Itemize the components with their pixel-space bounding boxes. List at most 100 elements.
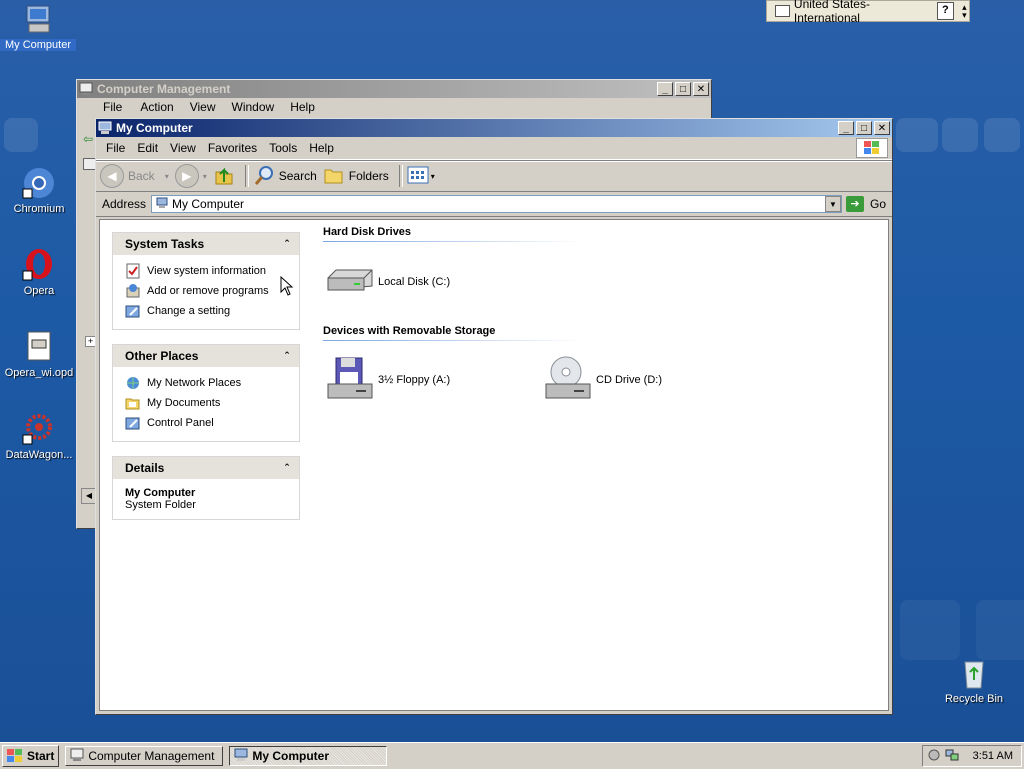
section-divider	[323, 241, 583, 242]
place-label: Control Panel	[147, 417, 214, 429]
language-bar[interactable]: United States-International ? ▴ ▾	[766, 0, 970, 25]
address-label: Address	[102, 197, 147, 211]
mouse-pointer-icon	[280, 275, 294, 299]
network-places-icon	[125, 375, 141, 391]
help-icon[interactable]: ?	[937, 2, 954, 20]
my-computer-icon	[156, 197, 168, 212]
forward-button[interactable]: ▶ ▾	[174, 164, 207, 188]
minimize-button[interactable]: _	[838, 121, 854, 135]
panel-title: Other Places	[125, 349, 199, 363]
add-remove-programs-icon	[125, 283, 141, 299]
cd-drive-icon	[544, 354, 592, 405]
desktop-icon-datawagon[interactable]: DataWagon...	[1, 412, 77, 461]
menu-view[interactable]: View	[164, 139, 202, 157]
menu-favorites[interactable]: Favorites	[202, 139, 263, 157]
windows-logo-icon	[7, 749, 23, 763]
up-folder-icon	[213, 164, 235, 189]
menu-tools[interactable]: Tools	[263, 139, 303, 157]
opera-icon	[22, 248, 56, 282]
collapse-icon[interactable]: ⌃	[281, 238, 293, 250]
maximize-button[interactable]: □	[856, 121, 872, 135]
chromium-icon	[22, 166, 56, 200]
menu-file[interactable]: File	[100, 139, 131, 157]
menu-help[interactable]: Help	[290, 100, 315, 114]
my-computer-icon	[234, 748, 248, 765]
desktop-icon-opera[interactable]: Opera	[1, 248, 77, 297]
desktop-icon-label: Opera	[23, 285, 55, 297]
drive-local-disk-c[interactable]: Local Disk (C:)	[326, 264, 450, 299]
back-dropdown-icon[interactable]: ▾	[165, 172, 169, 181]
my-computer-titlebar[interactable]: My Computer _ □ ✕	[96, 119, 892, 137]
start-button[interactable]: Start	[2, 745, 60, 767]
task-view-system-information[interactable]: View system information	[125, 261, 289, 281]
task-change-setting[interactable]: Change a setting	[125, 301, 289, 321]
system-tasks-header[interactable]: System Tasks ⌃	[113, 233, 299, 255]
close-button[interactable]: ✕	[874, 121, 890, 135]
system-tasks-panel: System Tasks ⌃ View system information A…	[112, 232, 300, 330]
windows-logo-icon	[856, 138, 888, 158]
desktop-icon-opera-wi[interactable]: Opera_wi.opd	[1, 330, 77, 379]
views-icon	[407, 166, 429, 187]
place-my-network-places[interactable]: My Network Places	[125, 373, 289, 393]
task-add-remove-programs[interactable]: Add or remove programs	[125, 281, 289, 301]
place-control-panel[interactable]: Control Panel	[125, 413, 289, 433]
other-places-panel: Other Places ⌃ My Network Places My Docu…	[112, 344, 300, 442]
back-button[interactable]: ◀ Back ▾	[100, 164, 169, 188]
collapse-icon[interactable]: ⌃	[281, 350, 293, 362]
go-button[interactable]: ➔ Go	[845, 196, 886, 212]
back-arrow-icon[interactable]: ⇦	[83, 132, 93, 146]
search-button[interactable]: Search	[253, 164, 317, 189]
menu-view[interactable]: View	[190, 100, 216, 114]
my-documents-icon	[125, 395, 141, 411]
network-icon[interactable]	[945, 748, 959, 765]
minimize-button[interactable]: _	[657, 82, 673, 96]
desktop-icon-my-computer[interactable]: My Computer	[0, 2, 76, 51]
my-computer-window[interactable]: My Computer _ □ ✕ File Edit View Favorit…	[95, 118, 893, 715]
window-title: My Computer	[116, 121, 193, 135]
taskbar-my-computer[interactable]: My Computer	[229, 746, 388, 766]
drive-label: CD Drive (D:)	[596, 373, 662, 386]
collapse-icon[interactable]: ⌃	[281, 462, 293, 474]
address-input[interactable]: My Computer ▼	[151, 195, 842, 213]
panel-title: System Tasks	[125, 237, 205, 251]
maximize-button[interactable]: □	[675, 82, 691, 96]
desktop-icon-label: DataWagon...	[5, 449, 73, 461]
forward-dropdown-icon[interactable]: ▾	[203, 172, 207, 181]
computer-management-icon	[70, 748, 84, 765]
menu-action[interactable]: Action	[140, 100, 173, 114]
other-places-header[interactable]: Other Places ⌃	[113, 345, 299, 367]
details-type: System Folder	[125, 499, 196, 511]
views-dropdown-icon: ▾	[430, 171, 435, 181]
views-button[interactable]: ▾	[407, 166, 435, 187]
taskbar-computer-management[interactable]: Computer Management	[65, 746, 224, 766]
menu-edit[interactable]: Edit	[131, 139, 164, 157]
details-panel: Details ⌃ My Computer System Folder	[112, 456, 300, 520]
menu-help[interactable]: Help	[303, 139, 340, 157]
go-label: Go	[869, 197, 886, 211]
desktop-icon-chromium[interactable]: Chromium	[1, 166, 77, 215]
close-button[interactable]: ✕	[693, 82, 709, 96]
language-label[interactable]: United States-International	[794, 0, 925, 25]
desktop-icon-recycle-bin[interactable]: Recycle Bin	[936, 656, 1012, 705]
folders-button[interactable]: Folders	[323, 164, 389, 189]
up-folder-button[interactable]	[213, 164, 235, 189]
place-my-documents[interactable]: My Documents	[125, 393, 289, 413]
menu-file[interactable]: File	[103, 100, 122, 114]
back-arrow-icon: ◀	[100, 164, 124, 188]
address-dropdown-icon[interactable]: ▼	[824, 196, 841, 212]
folders-label: Folders	[348, 169, 389, 183]
clock[interactable]: 3:51 AM	[973, 750, 1013, 762]
menu-window[interactable]: Window	[232, 100, 275, 114]
content-area: System Tasks ⌃ View system information A…	[99, 219, 889, 711]
computer-management-menubar: File Action View Window Help	[77, 98, 711, 116]
drive-floppy-a[interactable]: 3½ Floppy (A:)	[326, 354, 450, 405]
drive-cd-d[interactable]: CD Drive (D:)	[544, 354, 662, 405]
control-panel-icon	[125, 415, 141, 431]
sound-icon[interactable]	[927, 748, 941, 765]
computer-management-titlebar[interactable]: Computer Management _ □ ✕	[77, 80, 711, 98]
langbar-options-arrow-icon[interactable]: ▴ ▾	[960, 3, 969, 20]
place-label: My Documents	[147, 397, 221, 409]
floppy-drive-icon	[326, 354, 374, 405]
datawagon-icon	[22, 412, 56, 446]
details-header[interactable]: Details ⌃	[113, 457, 299, 479]
